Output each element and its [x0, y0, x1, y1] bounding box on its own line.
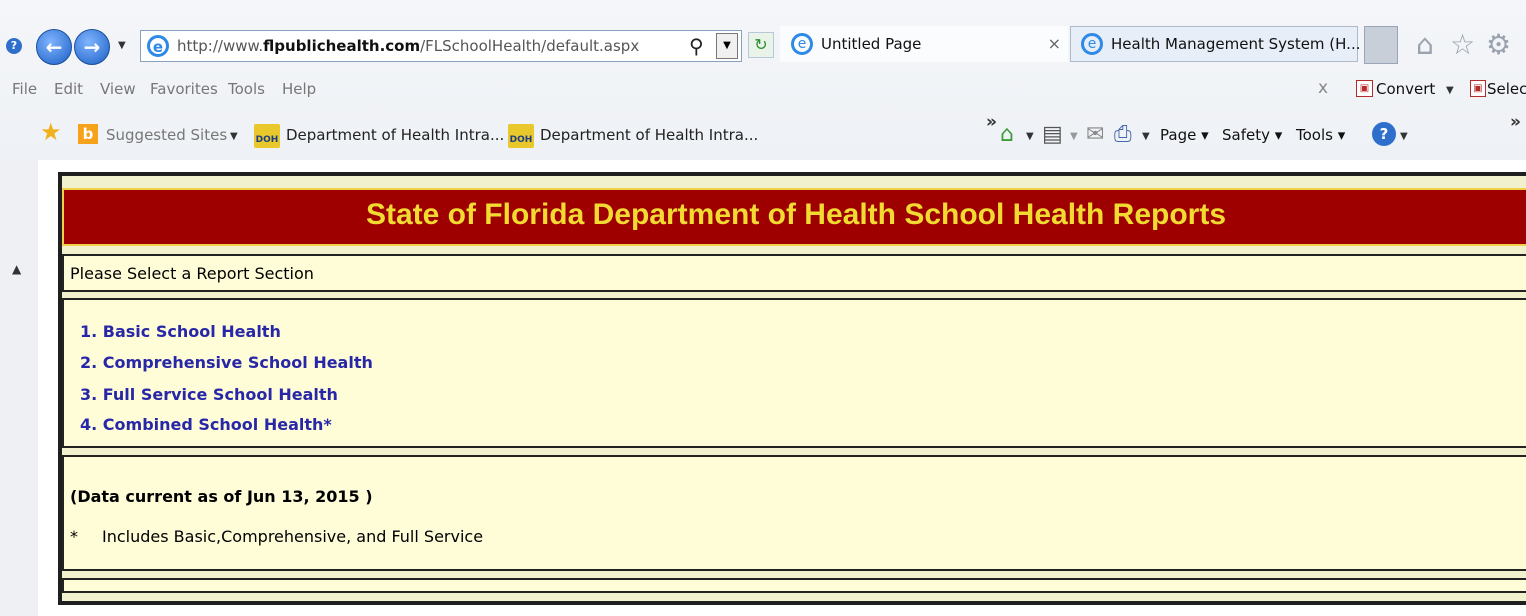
- link-basic-school-health[interactable]: 1. Basic School Health: [80, 322, 281, 341]
- menu-view[interactable]: View: [100, 80, 136, 98]
- page-content: State of Florida Department of Health Sc…: [38, 160, 1526, 616]
- new-tab-button[interactable]: [1364, 26, 1398, 64]
- menu-file[interactable]: File: [12, 80, 37, 98]
- doh-icon: DOH: [254, 124, 280, 148]
- help-dropdown-icon[interactable]: ▼: [1400, 131, 1408, 142]
- feeds-icon[interactable]: ▤: [1042, 122, 1063, 147]
- chevron-more-icon[interactable]: »: [986, 112, 997, 132]
- scroll-up-icon[interactable]: ▲: [12, 262, 21, 276]
- link-full-service-school-health[interactable]: 3. Full Service School Health: [80, 385, 338, 404]
- compatibility-refresh-icon[interactable]: ↻: [748, 32, 774, 58]
- browser-chrome: ? ← → ▼ e http://www.flpublichealth.com/…: [0, 0, 1526, 160]
- data-current-date: (Data current as of Jun 13, 2015 ): [70, 487, 373, 506]
- report-links-box: 1. Basic School Health 2. Comprehensive …: [62, 298, 1526, 448]
- address-dropdown-icon[interactable]: ▼: [716, 33, 738, 59]
- left-pane: ▲: [0, 160, 39, 616]
- tab-label: Untitled Page: [821, 35, 922, 53]
- convert-button[interactable]: Convert: [1376, 80, 1435, 98]
- pdf-select-icon[interactable]: ▣: [1470, 80, 1486, 97]
- menu-bar: File Edit View Favorites Tools Help x ▣ …: [0, 72, 1526, 106]
- menu-favorites[interactable]: Favorites: [150, 80, 218, 98]
- convert-dropdown-icon[interactable]: ▼: [1446, 85, 1454, 96]
- tab-label: Health Management System (H...: [1111, 35, 1361, 53]
- menu-help[interactable]: Help: [282, 80, 316, 98]
- select-prompt: Please Select a Report Section: [70, 264, 314, 283]
- forward-icon[interactable]: →: [74, 29, 110, 65]
- favorites-bar: ★ b Suggested Sites ▼ DOH Department of …: [0, 112, 1526, 156]
- select-section-box: Please Select a Report Section: [62, 254, 1526, 292]
- page-header: State of Florida Department of Health Sc…: [62, 188, 1526, 246]
- bing-icon: b: [78, 124, 98, 144]
- doh-icon: DOH: [508, 124, 534, 148]
- menu-close-icon[interactable]: x: [1318, 78, 1328, 98]
- favorites-star-icon[interactable]: ☆: [1450, 28, 1475, 61]
- search-icon[interactable]: ⚲: [689, 34, 704, 58]
- home-icon[interactable]: ⌂: [1416, 28, 1434, 61]
- gear-icon[interactable]: ⚙: [1486, 28, 1511, 61]
- address-bar[interactable]: e http://www.flpublichealth.com/FLSchool…: [140, 30, 742, 62]
- tab-untitled-page[interactable]: e Untitled Page ×: [780, 26, 1068, 62]
- suggested-dropdown-icon[interactable]: ▼: [230, 131, 238, 142]
- ie-icon: e: [1081, 33, 1103, 55]
- info-box: (Data current as of Jun 13, 2015 ) * Inc…: [62, 455, 1526, 571]
- home-dropdown-icon[interactable]: ▼: [1026, 131, 1034, 142]
- ie-icon: e: [791, 33, 813, 55]
- url-text[interactable]: http://www.flpublichealth.com/FLSchoolHe…: [177, 37, 639, 55]
- menu-tools[interactable]: Tools: [228, 80, 265, 98]
- link-comprehensive-school-health[interactable]: 2. Comprehensive School Health: [80, 353, 373, 372]
- help-icon[interactable]: ?: [6, 38, 22, 54]
- address-row: ? ← → ▼ e http://www.flpublichealth.com/…: [0, 8, 1526, 70]
- add-favorite-icon[interactable]: ★: [40, 118, 62, 146]
- report-panel: State of Florida Department of Health Sc…: [58, 172, 1526, 605]
- favorite-link-doh-2[interactable]: Department of Health Intra...: [540, 126, 758, 144]
- footnote-text: Includes Basic,Comprehensive, and Full S…: [102, 527, 484, 546]
- empty-footer-box: [62, 578, 1526, 593]
- menu-edit[interactable]: Edit: [54, 80, 83, 98]
- page-title: State of Florida Department of Health Sc…: [365, 198, 1227, 231]
- favorite-link-doh-1[interactable]: Department of Health Intra...: [286, 126, 504, 144]
- mail-icon[interactable]: ✉: [1086, 122, 1104, 147]
- home-icon[interactable]: ⌂: [1000, 122, 1014, 147]
- note-marker: *: [70, 527, 78, 546]
- page-menu[interactable]: Page ▾: [1160, 126, 1209, 144]
- safety-menu[interactable]: Safety ▾: [1222, 126, 1282, 144]
- chevron-more-icon[interactable]: »: [1510, 112, 1521, 132]
- tab-close-icon[interactable]: ×: [1048, 34, 1061, 53]
- select-button[interactable]: Selec: [1487, 80, 1526, 98]
- tab-health-management-system[interactable]: e Health Management System (H...: [1070, 26, 1361, 62]
- back-icon[interactable]: ←: [36, 29, 72, 65]
- print-icon[interactable]: ⎙: [1114, 122, 1132, 147]
- pdf-convert-icon[interactable]: ▣: [1356, 80, 1373, 97]
- tools-menu[interactable]: Tools ▾: [1296, 126, 1345, 144]
- history-dropdown-icon[interactable]: ▼: [118, 40, 126, 51]
- print-dropdown-icon[interactable]: ▼: [1142, 131, 1150, 142]
- help-icon[interactable]: ?: [1372, 122, 1396, 146]
- link-combined-school-health[interactable]: 4. Combined School Health*: [80, 415, 332, 434]
- suggested-sites-link[interactable]: Suggested Sites: [106, 126, 227, 144]
- ie-icon: e: [147, 35, 169, 57]
- feeds-dropdown-icon[interactable]: ▼: [1070, 131, 1078, 142]
